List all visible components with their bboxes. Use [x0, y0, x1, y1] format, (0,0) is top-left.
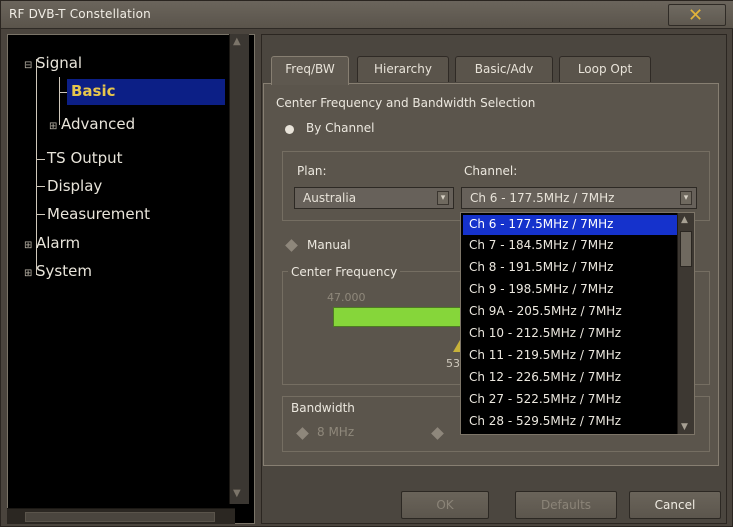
tree-connector: [36, 186, 45, 187]
plan-value: Australia: [303, 191, 357, 205]
tree-item-label: Display: [47, 177, 103, 195]
by-channel-group: [282, 151, 710, 221]
tree-item-alarm[interactable]: ⊞ Alarm: [24, 234, 80, 252]
tab-basic-adv[interactable]: Basic/Adv: [455, 56, 553, 82]
tree-item-basic[interactable]: Basic: [71, 82, 116, 100]
plan-label: Plan:: [297, 164, 327, 178]
collapse-icon[interactable]: ⊟: [24, 60, 36, 71]
scrollbar-thumb[interactable]: [680, 231, 692, 267]
expand-icon[interactable]: ⊞: [24, 240, 36, 251]
tree-item-signal[interactable]: ⊟ Signal: [24, 54, 82, 72]
channel-label: Channel:: [464, 164, 518, 178]
tree-item-system[interactable]: ⊞ System: [24, 262, 92, 280]
tree-item-label: Alarm: [36, 234, 81, 252]
plan-select[interactable]: Australia ▾: [294, 187, 454, 209]
cancel-button[interactable]: Cancel: [629, 491, 721, 519]
scroll-up-icon[interactable]: ▲: [681, 215, 688, 225]
scrollbar-thumb[interactable]: [25, 512, 215, 522]
tab-freq-bw[interactable]: Freq/BW: [271, 56, 349, 85]
close-button[interactable]: ✕: [668, 4, 726, 26]
dropdown-option[interactable]: Ch 10 - 212.5MHz / 7MHz: [463, 324, 677, 344]
dropdown-option[interactable]: Ch 8 - 191.5MHz / 7MHz: [463, 258, 677, 278]
bandwidth-label: Bandwidth: [291, 401, 355, 415]
tree-item-advanced[interactable]: ⊞ Advanced: [49, 115, 135, 133]
defaults-button[interactable]: Defaults: [515, 491, 617, 519]
channel-value: Ch 6 - 177.5MHz / 7MHz: [470, 191, 615, 205]
tree-horizontal-scrollbar[interactable]: [7, 508, 235, 524]
channel-select[interactable]: Ch 6 - 177.5MHz / 7MHz ▾: [461, 187, 697, 209]
tree-item-measurement[interactable]: Measurement: [47, 205, 150, 223]
tree-item-label: Advanced: [61, 115, 136, 133]
freq-min-value: 47.000: [327, 291, 366, 304]
scroll-down-icon[interactable]: ▼: [681, 422, 688, 432]
dropdown-option[interactable]: Ch 7 - 184.5MHz / 7MHz: [463, 236, 677, 256]
app-window: RF DVB-T Constellation ✕ ⊟ Signal Basic ⊞…: [0, 0, 733, 527]
center-frequency-label: Center Frequency: [288, 265, 401, 279]
tree-vertical-scrollbar[interactable]: ▲ ▼: [229, 34, 249, 504]
expand-icon[interactable]: ⊞: [49, 121, 61, 132]
section-heading: Center Frequency and Bandwidth Selection: [276, 96, 536, 110]
tree-item-display[interactable]: Display: [47, 177, 102, 195]
chevron-down-icon[interactable]: ▾: [437, 191, 449, 205]
channel-dropdown-list[interactable]: Ch 6 - 177.5MHz / 7MHz Ch 7 - 184.5MHz /…: [460, 212, 695, 435]
bw-8mhz-label: 8 MHz: [317, 425, 355, 439]
dropdown-option[interactable]: Ch 9 - 198.5MHz / 7MHz: [463, 280, 677, 300]
tree-item-label: Basic: [71, 82, 116, 100]
title-bar[interactable]: RF DVB-T Constellation ✕: [1, 1, 733, 29]
dropdown-option[interactable]: Ch 28 - 529.5MHz / 7MHz: [463, 412, 677, 432]
dropdown-option[interactable]: Ch 6 - 177.5MHz / 7MHz: [463, 215, 677, 235]
window-title: RF DVB-T Constellation: [9, 7, 151, 21]
tree-item-label: System: [36, 262, 92, 280]
tree-connector: [36, 159, 45, 160]
tab-hierarchy[interactable]: Hierarchy: [357, 56, 449, 82]
tree-item-label: Measurement: [47, 205, 150, 223]
dropdown-scrollbar[interactable]: ▲ ▼: [677, 213, 694, 434]
manual-label: Manual: [307, 238, 351, 252]
by-channel-label: By Channel: [306, 121, 375, 135]
tree-item-label: TS Output: [47, 149, 123, 167]
frequency-bar: [333, 307, 467, 327]
dropdown-option[interactable]: Ch 12 - 226.5MHz / 7MHz: [463, 368, 677, 388]
tree-connector: [59, 92, 67, 93]
expand-icon[interactable]: ⊞: [24, 268, 36, 279]
chevron-down-icon[interactable]: ▾: [680, 191, 692, 205]
dropdown-option[interactable]: Ch 11 - 219.5MHz / 7MHz: [463, 346, 677, 366]
tab-loop-opt[interactable]: Loop Opt: [559, 56, 651, 82]
close-icon: ✕: [688, 5, 704, 26]
scroll-up-icon[interactable]: ▲: [233, 36, 247, 48]
tree-item-label: Signal: [36, 54, 83, 72]
freq-marker-value: 53: [446, 357, 460, 370]
tree-connector: [36, 214, 45, 215]
scroll-down-icon[interactable]: ▼: [233, 488, 247, 500]
by-channel-radio[interactable]: [285, 125, 294, 134]
tree-item-ts-output[interactable]: TS Output: [47, 149, 123, 167]
dropdown-option[interactable]: Ch 27 - 522.5MHz / 7MHz: [463, 390, 677, 410]
ok-button[interactable]: OK: [401, 491, 489, 519]
dropdown-option[interactable]: Ch 9A - 205.5MHz / 7MHz: [463, 302, 677, 322]
